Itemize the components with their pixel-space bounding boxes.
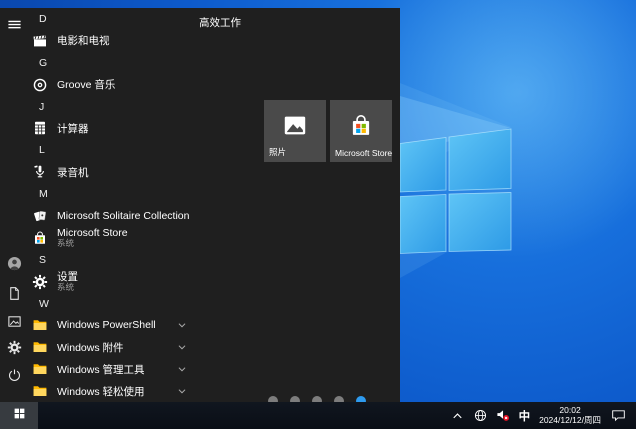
photos-tile-icon: [282, 112, 308, 143]
taskbar-clock[interactable]: 20:02 2024/12/12/周四: [537, 406, 603, 425]
user-icon[interactable]: [4, 253, 24, 273]
chevron-down-icon[interactable]: [175, 318, 189, 332]
folder-icon: [31, 316, 49, 334]
pictures-icon[interactable]: [4, 311, 24, 331]
app-label: 录音机: [57, 165, 89, 180]
app-label: Windows PowerShell: [57, 319, 156, 331]
chevron-down-icon[interactable]: [175, 384, 189, 398]
app-list-section-letter[interactable]: M: [28, 183, 200, 205]
app-list-folder[interactable]: Windows 管理工具: [28, 358, 200, 380]
app-label: Microsoft Solitaire Collection: [57, 210, 189, 222]
voice-recorder-icon: [31, 163, 49, 181]
gear-icon[interactable]: [4, 337, 24, 357]
folder-icon: [31, 360, 49, 378]
app-list-folder[interactable]: Windows 附件: [28, 336, 200, 358]
app-subtitle: 系统: [57, 239, 128, 248]
calculator-icon: [31, 119, 49, 137]
app-list-item[interactable]: Microsoft Solitaire Collection: [28, 205, 200, 227]
app-label: Windows 轻松使用: [57, 384, 145, 399]
app-list-folder[interactable]: Windows 轻松使用: [28, 380, 200, 402]
movies-tv-icon: [31, 32, 49, 50]
folder-icon: [31, 382, 49, 400]
solitaire-icon: [31, 207, 49, 225]
app-label: Windows 管理工具: [57, 362, 145, 377]
system-tray: 中 20:02 2024/12/12/周四: [450, 402, 636, 429]
tile-group-header: 高效工作: [199, 15, 241, 30]
app-label: 计算器: [57, 121, 89, 136]
app-list-section-letter[interactable]: L: [28, 139, 200, 161]
start-menu: D 电影和电视 G Groove 音乐 J 计算器 L 录音机 M Microsoft Solit…: [0, 8, 400, 402]
app-list-section-letter[interactable]: G: [28, 52, 200, 74]
app-list-item[interactable]: Groove 音乐: [28, 74, 200, 96]
app-list-section-letter[interactable]: J: [28, 96, 200, 118]
app-list-item[interactable]: Microsoft Store系统: [28, 227, 200, 249]
hamburger-icon[interactable]: [4, 14, 24, 34]
app-list-section-letter[interactable]: S: [28, 249, 200, 271]
app-label: 电影和电视: [57, 33, 110, 48]
tile-label: Microsoft Store: [335, 148, 392, 158]
app-list-item[interactable]: 电影和电视: [28, 30, 200, 52]
groove-music-icon: [31, 76, 49, 94]
app-list-folder[interactable]: Windows PowerShell: [28, 314, 200, 336]
document-icon[interactable]: [4, 283, 24, 303]
windows-logo-icon: [13, 407, 26, 425]
app-subtitle: 系统: [57, 283, 78, 292]
ime-indicator[interactable]: 中: [519, 408, 531, 424]
folder-icon: [31, 338, 49, 356]
app-label: Windows 附件: [57, 340, 124, 355]
app-list-item[interactable]: 设置系统: [28, 271, 200, 293]
power-icon[interactable]: [4, 365, 24, 385]
app-label: 设置: [57, 272, 78, 283]
chevron-down-icon[interactable]: [175, 340, 189, 354]
tile-label: 照片: [269, 146, 286, 158]
start-tile-store[interactable]: Microsoft Store: [330, 100, 392, 162]
app-list-item[interactable]: 录音机: [28, 161, 200, 183]
app-label: Groove 音乐: [57, 77, 115, 92]
clock-date: 2024/12/12/周四: [539, 416, 601, 426]
app-list: D 电影和电视 G Groove 音乐 J 计算器 L 录音机 M Microsoft Solit…: [28, 8, 200, 402]
app-list-item[interactable]: 计算器: [28, 117, 200, 139]
start-menu-rail: [0, 8, 28, 402]
speaker-muted-icon[interactable]: [496, 408, 512, 424]
action-center-icon[interactable]: [610, 408, 626, 424]
start-button[interactable]: [0, 402, 38, 429]
start-tile-photos[interactable]: 照片: [264, 100, 326, 162]
globe-network-icon[interactable]: [473, 408, 489, 424]
app-list-section-letter[interactable]: W: [28, 293, 200, 315]
app-list-section-letter[interactable]: D: [28, 8, 200, 30]
screen: D 电影和电视 G Groove 音乐 J 计算器 L 录音机 M Microsoft Solit…: [0, 0, 636, 429]
chevron-up-icon[interactable]: [450, 408, 466, 424]
store-icon: [31, 229, 49, 247]
store-tile-icon: [348, 112, 374, 143]
taskbar: 中 20:02 2024/12/12/周四: [0, 402, 636, 429]
chevron-down-icon[interactable]: [175, 362, 189, 376]
settings-icon: [31, 273, 49, 291]
